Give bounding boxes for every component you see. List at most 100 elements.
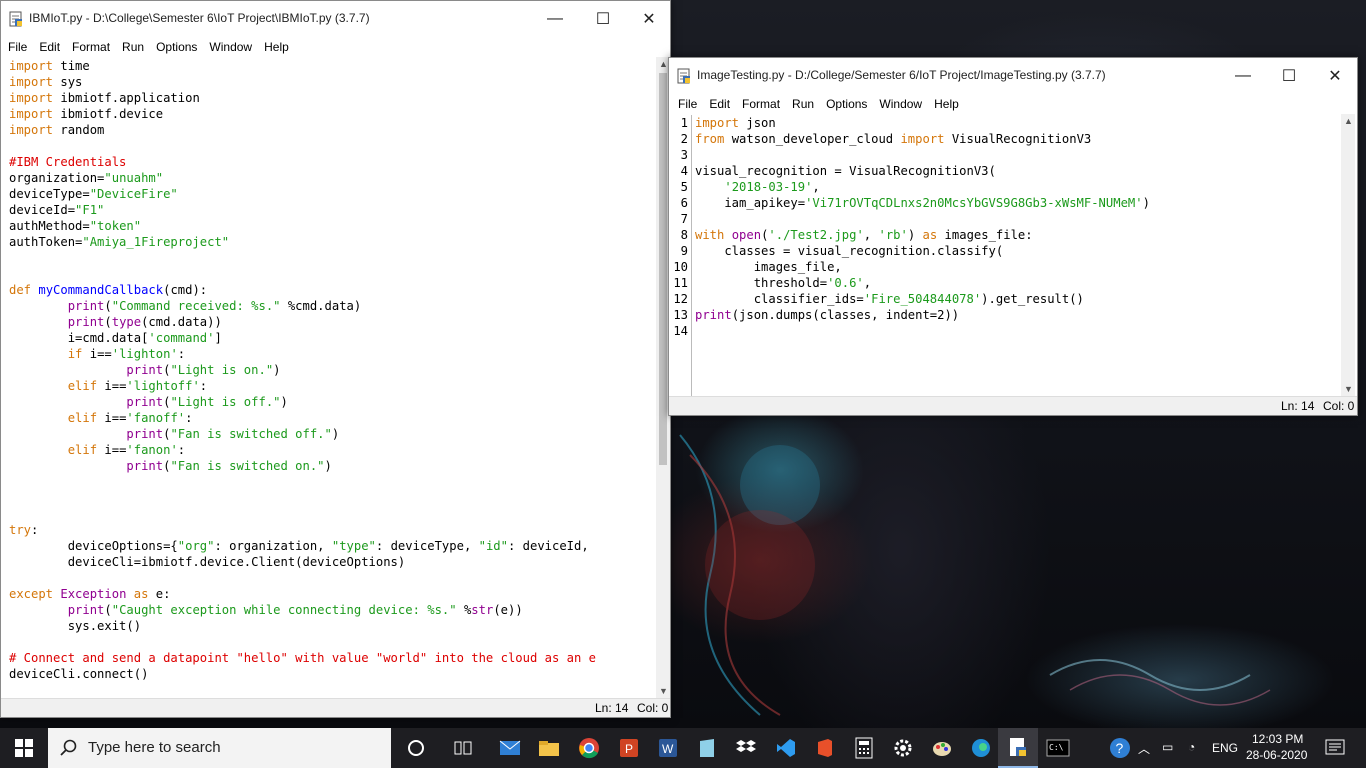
menu-help[interactable]: Help (929, 97, 964, 111)
code-line[interactable]: def myCommandCallback(cmd): (9, 282, 654, 298)
code-line[interactable]: except Exception as e: (9, 586, 654, 602)
menu-format[interactable]: Format (737, 97, 785, 111)
code-line[interactable] (9, 506, 654, 522)
code-line[interactable]: import sys (9, 74, 654, 90)
code-line[interactable] (9, 570, 654, 586)
calculator-icon[interactable] (844, 728, 884, 768)
code-line[interactable]: authToken="Amiya_1Fireproject" (9, 234, 654, 250)
code-line[interactable]: deviceCli.connect() (9, 666, 654, 682)
terminal-icon[interactable]: C:\ (1038, 728, 1078, 768)
title-bar[interactable]: ImageTesting.py - D:/College/Semester 6/… (669, 58, 1357, 94)
menu-help[interactable]: Help (259, 40, 294, 54)
file-explorer-icon[interactable] (529, 728, 569, 768)
show-hidden-icons-chevron-icon[interactable]: ︿ (1138, 740, 1150, 757)
code-line[interactable]: try: (9, 522, 654, 538)
menu-run[interactable]: Run (117, 40, 149, 54)
minimize-button[interactable]: — (532, 1, 578, 37)
chrome-icon[interactable] (569, 728, 609, 768)
menu-file[interactable]: File (673, 97, 702, 111)
help-icon[interactable]: ? (1100, 728, 1140, 768)
code-line[interactable]: print("Command received: %s." %cmd.data) (9, 298, 654, 314)
code-line[interactable]: print("Fan is switched on.") (9, 458, 654, 474)
code-line[interactable]: elif i=='fanon': (9, 442, 654, 458)
cortana-icon[interactable] (396, 728, 436, 768)
code-line[interactable]: print("Light is on.") (9, 362, 654, 378)
code-editor[interactable]: import json from watson_developer_cloud i… (695, 115, 1339, 397)
code-line[interactable]: elif i=='fanoff': (9, 410, 654, 426)
code-line[interactable] (695, 211, 1339, 227)
code-line[interactable] (9, 266, 654, 282)
code-line[interactable] (9, 250, 654, 266)
python-idle-icon[interactable] (998, 728, 1038, 768)
code-line[interactable] (9, 138, 654, 154)
notepad-icon[interactable] (687, 728, 727, 768)
powerpoint-icon[interactable]: P (609, 728, 649, 768)
action-center-icon[interactable] (1315, 728, 1355, 768)
code-line[interactable]: classifier_ids='Fire_504844078').get_res… (695, 291, 1339, 307)
code-line[interactable]: #IBM Credentials (9, 154, 654, 170)
title-bar[interactable]: IBMIoT.py - D:\College\Semester 6\IoT Pr… (1, 1, 670, 37)
menu-edit[interactable]: Edit (704, 97, 735, 111)
start-button[interactable] (4, 728, 44, 768)
menu-file[interactable]: File (3, 40, 32, 54)
code-line[interactable]: deviceOptions={"org": organization, "typ… (9, 538, 654, 554)
close-button[interactable]: ✕ (626, 1, 672, 37)
code-line[interactable]: images_file, (695, 259, 1339, 275)
settings-icon[interactable] (883, 728, 923, 768)
code-line[interactable]: visual_recognition = VisualRecognitionV3… (695, 163, 1339, 179)
code-line[interactable]: import ibmiotf.device (9, 106, 654, 122)
code-line[interactable]: authMethod="token" (9, 218, 654, 234)
mail-icon[interactable] (490, 728, 530, 768)
code-line[interactable]: print(type(cmd.data)) (9, 314, 654, 330)
scroll-up-arrow[interactable]: ▲ (1344, 116, 1353, 126)
task-view-icon[interactable] (443, 728, 483, 768)
code-line[interactable]: from watson_developer_cloud import Visua… (695, 131, 1339, 147)
code-line[interactable]: organization="unuahm" (9, 170, 654, 186)
battery-icon[interactable]: ▭ (1162, 740, 1173, 754)
code-line[interactable]: print("Light is off.") (9, 394, 654, 410)
code-line[interactable]: deviceId="F1" (9, 202, 654, 218)
clock-time[interactable]: 12:03 PM (1252, 732, 1303, 746)
code-line[interactable]: import random (9, 122, 654, 138)
code-line[interactable] (9, 490, 654, 506)
edge-icon[interactable] (961, 728, 1001, 768)
vertical-scrollbar[interactable]: ▲ ▼ (1341, 114, 1355, 396)
code-line[interactable]: deviceCli=ibmiotf.device.Client(deviceOp… (9, 554, 654, 570)
idle-editor-window-ibmiot[interactable]: IBMIoT.py - D:\College\Semester 6\IoT Pr… (0, 0, 671, 718)
code-line[interactable]: # Connect and send a datapoint "hello" w… (9, 650, 654, 666)
code-line[interactable] (695, 323, 1339, 339)
scroll-down-arrow[interactable]: ▼ (1344, 384, 1353, 394)
code-line[interactable]: with open('./Test2.jpg', 'rb') as images… (695, 227, 1339, 243)
taskbar-search-box[interactable]: Type here to search (48, 728, 391, 768)
idle-editor-window-imagetesting[interactable]: ImageTesting.py - D:/College/Semester 6/… (668, 57, 1358, 416)
maximize-button[interactable]: ☐ (580, 1, 626, 37)
word-icon[interactable]: W (648, 728, 688, 768)
menu-format[interactable]: Format (67, 40, 115, 54)
scroll-up-arrow[interactable]: ▲ (659, 59, 668, 69)
code-line[interactable] (9, 474, 654, 490)
menu-options[interactable]: Options (821, 97, 872, 111)
clock-date[interactable]: 28-06-2020 (1246, 748, 1307, 762)
code-line[interactable]: threshold='0.6', (695, 275, 1339, 291)
code-line[interactable]: import json (695, 115, 1339, 131)
dropbox-icon[interactable] (726, 728, 766, 768)
code-line[interactable]: classes = visual_recognition.classify( (695, 243, 1339, 259)
menu-edit[interactable]: Edit (34, 40, 65, 54)
code-line[interactable]: print(json.dumps(classes, indent=2)) (695, 307, 1339, 323)
vscode-icon[interactable] (766, 728, 806, 768)
code-line[interactable]: '2018-03-19', (695, 179, 1339, 195)
scroll-down-arrow[interactable]: ▼ (659, 686, 668, 696)
office-icon[interactable] (805, 728, 845, 768)
code-line[interactable]: deviceType="DeviceFire" (9, 186, 654, 202)
menu-options[interactable]: Options (151, 40, 202, 54)
code-line[interactable]: print("Fan is switched off.") (9, 426, 654, 442)
code-line[interactable]: print("Caught exception while connecting… (9, 602, 654, 618)
code-line[interactable] (695, 147, 1339, 163)
maximize-button[interactable]: ☐ (1266, 58, 1312, 94)
code-line[interactable]: i=cmd.data['command'] (9, 330, 654, 346)
menu-window[interactable]: Window (874, 97, 927, 111)
language-indicator[interactable]: ENG (1212, 741, 1238, 755)
code-line[interactable]: import time (9, 58, 654, 74)
code-line[interactable]: sys.exit() (9, 618, 654, 634)
menu-run[interactable]: Run (787, 97, 819, 111)
